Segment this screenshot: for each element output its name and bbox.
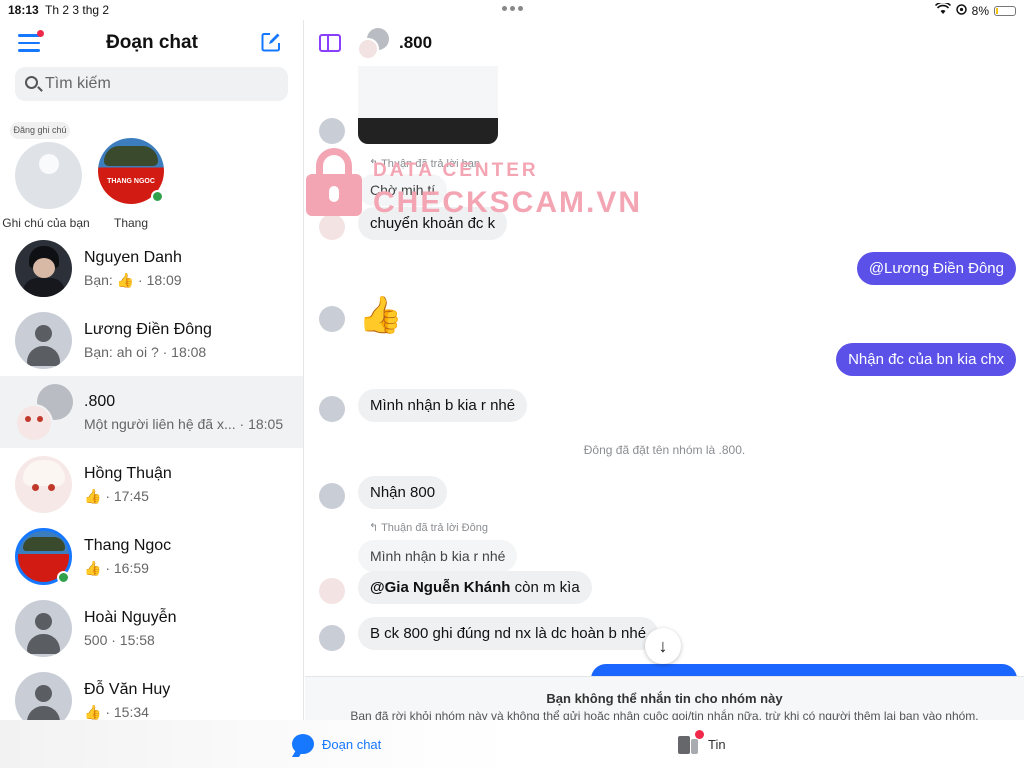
watermark-line2: CHECKSCAM.VN (373, 186, 643, 219)
avatar (15, 240, 72, 297)
chat-bubble-icon (292, 734, 314, 754)
message-list[interactable]: ↰ Thuận đã trả lời bạn Chờ mih tí chuyển… (305, 66, 1024, 676)
message-bubble[interactable]: @Gia Nguễn Khánh còn m kìa (358, 571, 592, 604)
my-note-story[interactable]: Ghi chú của bạn (0, 210, 92, 230)
conversation-name: Nguyen Danh (84, 249, 182, 266)
conversation-item[interactable]: Thang Ngoc 👍 · 16:59 (0, 520, 303, 592)
sender-avatar (319, 118, 345, 144)
sender-avatar (319, 306, 345, 332)
story-label: Ghi chú của bạn (2, 216, 90, 230)
message-bubble[interactable]: Mình nhận b kia r nhé (358, 389, 528, 422)
sender-avatar (319, 214, 345, 240)
group-avatar (15, 384, 73, 442)
my-message-bubble-partial[interactable] (591, 664, 1017, 676)
like-reaction-icon[interactable]: 👍 (358, 297, 403, 333)
conversation-name: Hồng Thuận (84, 465, 172, 482)
story-thang[interactable]: Thang (86, 210, 176, 230)
conversation-preview: 👍 · 16:59 (84, 560, 149, 576)
notification-dot (695, 730, 704, 739)
sidebar-toggle-icon[interactable] (319, 34, 341, 52)
battery-icon (994, 5, 1016, 16)
compose-icon[interactable] (261, 32, 281, 52)
status-date: Th 2 3 thg 2 (45, 3, 110, 17)
system-message: Đông đã đặt tên nhóm là .800. (583, 443, 746, 457)
message-bubble[interactable]: B ck 800 ghi đúng nd nx là dc hoàn b nhé (358, 617, 659, 650)
multitask-dots-icon[interactable] (502, 6, 523, 11)
conversation-preview: Bạn: 👍 · 18:09 (84, 272, 182, 288)
battery-percent: 8% (971, 3, 989, 18)
tab-news[interactable]: Tin (678, 730, 726, 754)
conversation-preview: 👍 · 15:34 (84, 704, 149, 720)
search-icon (25, 76, 38, 89)
conversation-sidebar: Đoạn chat Đăng ghi chú Ghi chú của bạn T… (0, 20, 304, 720)
conversation-preview: Bạn: ah oi ? · 18:08 (84, 344, 207, 360)
sender-avatar (319, 578, 345, 604)
search-bar[interactable] (15, 67, 288, 101)
story-label: Thang (113, 216, 149, 230)
quoted-message[interactable]: Mình nhận b kia r nhé (358, 540, 518, 572)
watermark-lock-icon (306, 148, 362, 216)
status-time: 18:13 (8, 3, 39, 17)
tab-chats-label: Đoạn chat (322, 736, 382, 752)
avatar (15, 672, 72, 720)
avatar (15, 600, 72, 657)
message-bubble[interactable]: Nhận 800 (358, 476, 448, 509)
my-message-bubble[interactable]: Nhận đc của bn kia chx (836, 343, 1016, 376)
notice-title: Bạn không thể nhắn tin cho nhóm này (546, 691, 783, 706)
conversation-name: Thang Ngoc (84, 537, 172, 554)
chat-header: .800 (305, 20, 1024, 66)
my-message-bubble[interactable]: @Lương Điền Đông (856, 252, 1016, 285)
mention[interactable]: @Gia Nguễn Khánh (370, 579, 510, 596)
group-avatar[interactable] (357, 28, 389, 60)
avatar (15, 456, 72, 513)
wifi-icon (934, 1, 951, 18)
online-status-dot (57, 571, 70, 584)
cannot-message-notice: Bạn không thể nhắn tin cho nhóm này Bạn … (305, 676, 1024, 724)
conversation-preview: 500 · 15:58 (84, 632, 155, 648)
sender-avatar (319, 625, 345, 651)
conversation-name: .800 (84, 393, 116, 410)
conversation-preview: Một người liên hệ đã x... · 18:05 (84, 416, 284, 432)
tab-news-label: Tin (708, 736, 726, 752)
watermark-line1: DATA CENTER (373, 160, 539, 181)
conversation-name: Lương Điền Đông (84, 321, 212, 338)
tab-bar: Đoạn chat Tin (0, 720, 1024, 768)
avatar (15, 312, 72, 369)
reply-label: ↰ Thuận đã trả lời Đông (369, 522, 488, 534)
conversation-item-selected[interactable]: .800 Một người liên hệ đã x... · 18:05 (0, 376, 303, 448)
search-input[interactable] (45, 67, 275, 101)
conversation-name: Hoài Nguyễn (84, 609, 177, 626)
add-note-bubble[interactable]: Đăng ghi chú (10, 122, 70, 139)
story-avatar-text: THANG NGOC (107, 178, 155, 185)
chat-title[interactable]: .800 (399, 33, 432, 53)
conversation-item[interactable]: Hồng Thuận 👍 · 17:45 (0, 448, 303, 520)
my-note-avatar[interactable] (15, 142, 82, 209)
image-attachment[interactable] (358, 66, 498, 144)
stories-icon (678, 730, 704, 754)
conversation-preview: 👍 · 17:45 (84, 488, 149, 504)
online-status-dot (151, 190, 164, 203)
conversation-item[interactable]: Nguyen Danh Bạn: 👍 · 18:09 (0, 232, 303, 304)
location-icon (955, 3, 967, 18)
scroll-down-button[interactable]: ↓ (645, 628, 681, 664)
conversation-name: Đỗ Văn Huy (84, 681, 171, 698)
sender-avatar (319, 396, 345, 422)
conversation-item[interactable]: Đỗ Văn Huy 👍 · 15:34 (0, 664, 303, 720)
tab-chats[interactable]: Đoạn chat (292, 734, 381, 754)
sender-avatar (319, 483, 345, 509)
conversation-item[interactable]: Lương Điền Đông Bạn: ah oi ? · 18:08 (0, 304, 303, 376)
status-bar: 18:13 Th 2 3 thg 2 8% (0, 0, 1024, 20)
conversation-item[interactable]: Hoài Nguyễn 500 · 15:58 (0, 592, 303, 664)
sidebar-title: Đoạn chat (106, 32, 198, 53)
message-text: còn m kìa (510, 579, 580, 596)
